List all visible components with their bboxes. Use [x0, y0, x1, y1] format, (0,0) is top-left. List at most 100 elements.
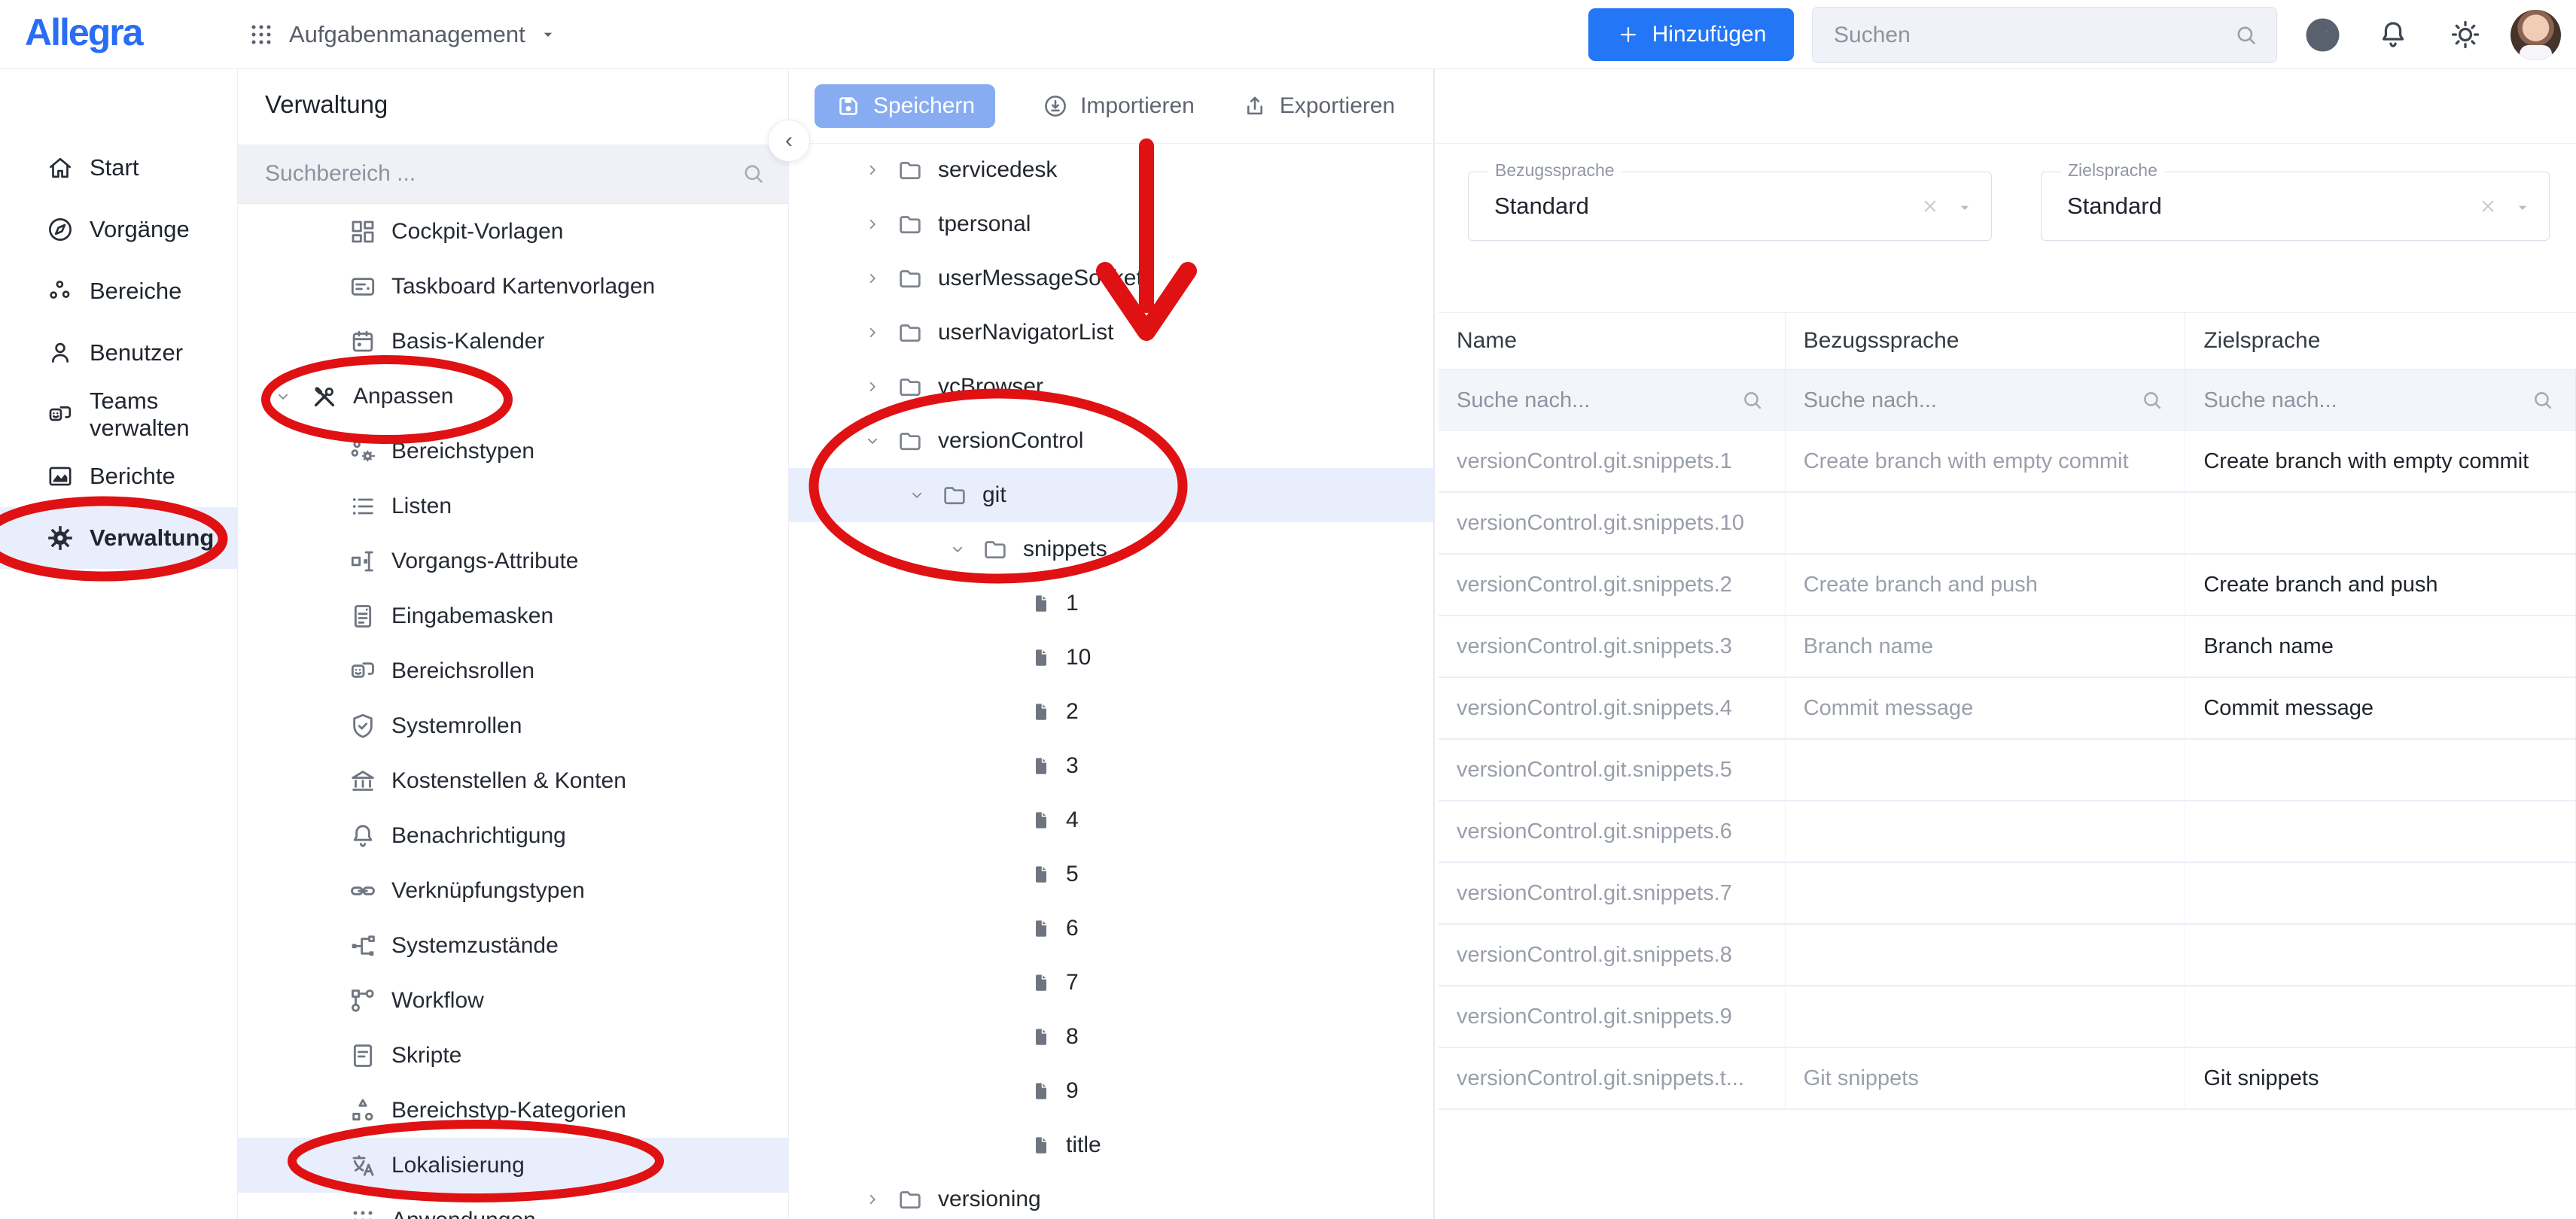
admin-item-listen[interactable]: Listen	[238, 479, 788, 534]
admin-item-label: Skripte	[391, 1043, 461, 1069]
admin-item-skripte[interactable]: Skripte	[238, 1028, 788, 1083]
tree-item-vcbrowser[interactable]: vcBrowser	[789, 360, 1433, 414]
user-avatar[interactable]	[2511, 10, 2561, 60]
table-row[interactable]: versionControl.git.snippets.t...Git snip…	[1439, 1048, 2576, 1110]
tree-item-4[interactable]: 4	[789, 793, 1433, 847]
sidebar-item-bereiche[interactable]: Bereiche	[0, 260, 237, 322]
apps-grid-icon	[246, 20, 276, 50]
tree-item-label: 1	[1066, 591, 1079, 616]
admin-item-eingabemasken[interactable]: Eingabemasken	[238, 588, 788, 643]
admin-item-bereichstypen[interactable]: Bereichstypen	[238, 424, 788, 479]
tree-item-git[interactable]: git	[789, 468, 1433, 522]
tree-item-9[interactable]: 9	[789, 1064, 1433, 1118]
tree-item-1[interactable]: 1	[789, 576, 1433, 631]
table-row[interactable]: versionControl.git.snippets.4Commit mess…	[1439, 678, 2576, 740]
localization-tree: servicedesktpersonaluserMessageSocketuse…	[789, 143, 1433, 1219]
home-icon	[46, 154, 75, 182]
importieren-button[interactable]: Importieren	[1042, 93, 1195, 120]
admin-item-cockpit-vorlagen[interactable]: Cockpit-Vorlagen	[238, 204, 788, 259]
folder-icon	[896, 1185, 924, 1214]
gear-icon	[46, 524, 75, 552]
table-row[interactable]: versionControl.git.snippets.2Create bran…	[1439, 555, 2576, 616]
tree-item-label: 8	[1066, 1024, 1079, 1050]
collapse-panel-button[interactable]: ‹	[768, 120, 810, 162]
table-row[interactable]: versionControl.git.snippets.9	[1439, 986, 2576, 1048]
tree-item-7[interactable]: 7	[789, 956, 1433, 1010]
table-row[interactable]: versionControl.git.snippets.7	[1439, 863, 2576, 925]
admin-item-bereichstyp-kategorien[interactable]: Bereichstyp-Kategorien	[238, 1083, 788, 1138]
tree-item-10[interactable]: 10	[789, 631, 1433, 685]
admin-item-vorgangs-attribute[interactable]: Vorgangs-Attribute	[238, 534, 788, 588]
column-header-zielsprache[interactable]: Zielsprache	[2185, 313, 2576, 369]
admin-item-label: Vorgangs-Attribute	[391, 549, 578, 574]
sidebar-item-label: Benutzer	[90, 339, 183, 366]
admin-item-benachrichtigung[interactable]: Benachrichtigung	[238, 808, 788, 863]
filter-input-zielsprache[interactable]	[2203, 388, 2450, 413]
sidebar-item-start[interactable]: Start	[0, 137, 237, 199]
add-button[interactable]: Hinzufügen	[1588, 8, 1794, 61]
dropdown-caret-icon[interactable]	[2513, 198, 2532, 217]
tree-item-8[interactable]: 8	[789, 1010, 1433, 1064]
help-button[interactable]: ?	[2302, 14, 2343, 56]
admin-item-label: Benachrichtigung	[391, 823, 566, 849]
tree-item-3[interactable]: 3	[789, 739, 1433, 793]
filter-input-name[interactable]	[1457, 388, 1673, 413]
clear-icon[interactable]	[1919, 195, 1941, 217]
sidebar-item-benutzer[interactable]: Benutzer	[0, 322, 237, 384]
admin-item-label: Eingabemasken	[391, 603, 553, 629]
admin-item-lokalisierung[interactable]: Lokalisierung	[238, 1138, 788, 1193]
admin-item-anpassen[interactable]: Anpassen	[238, 369, 788, 424]
workspace-switcher[interactable]: Aufgabenmanagement	[246, 0, 558, 69]
global-search-input[interactable]	[1834, 23, 2233, 48]
table-row[interactable]: versionControl.git.snippets.8	[1439, 925, 2576, 986]
exportieren-button[interactable]: Exportieren	[1241, 93, 1395, 120]
cell-name: versionControl.git.snippets.9	[1439, 986, 1786, 1047]
dropdown-caret-icon[interactable]	[1955, 198, 1975, 217]
admin-item-verknüpfungstypen[interactable]: Verknüpfungstypen	[238, 863, 788, 918]
tree-item-tpersonal[interactable]: tpersonal	[789, 197, 1433, 251]
admin-item-anwendungen[interactable]: Anwendungen	[238, 1193, 788, 1219]
sidebar-item-verwaltung[interactable]: Verwaltung	[0, 507, 237, 569]
calendar-icon	[348, 327, 378, 357]
table-row[interactable]: versionControl.git.snippets.6	[1439, 801, 2576, 863]
target-language-select[interactable]: Zielsprache Standard	[2041, 172, 2550, 241]
tree-item-title[interactable]: title	[789, 1118, 1433, 1172]
cell-zielsprache: Git snippets	[2185, 1048, 2576, 1108]
sidebar-item-teams-verwalten[interactable]: Teams verwalten	[0, 384, 237, 445]
tree-item-versioncontrol[interactable]: versionControl	[789, 414, 1433, 468]
sidebar-item-berichte[interactable]: Berichte	[0, 445, 237, 507]
table-row[interactable]: versionControl.git.snippets.5	[1439, 740, 2576, 801]
file-icon	[1030, 809, 1052, 831]
sidebar-item-vorgänge[interactable]: Vorgänge	[0, 199, 237, 260]
sidebar-item-label: Vorgänge	[90, 216, 190, 243]
admin-item-basis-kalender[interactable]: Basis-Kalender	[238, 314, 788, 369]
table-row[interactable]: versionControl.git.snippets.1Create bran…	[1439, 431, 2576, 493]
tree-item-snippets[interactable]: snippets	[789, 522, 1433, 576]
tree-item-6[interactable]: 6	[789, 901, 1433, 956]
tree-item-usernavigatorlist[interactable]: userNavigatorList	[789, 306, 1433, 360]
column-header-name[interactable]: Name	[1439, 313, 1786, 369]
admin-search-input[interactable]	[265, 161, 740, 187]
table-row[interactable]: versionControl.git.snippets.3Branch name…	[1439, 616, 2576, 678]
filter-input-bezugssprache[interactable]	[1804, 388, 2057, 413]
folder-icon	[896, 210, 924, 239]
tree-item-servicedesk[interactable]: servicedesk	[789, 143, 1433, 197]
clear-icon[interactable]	[2477, 195, 2499, 217]
admin-item-systemrollen[interactable]: Systemrollen	[238, 698, 788, 753]
tree-item-usermessagesocket[interactable]: userMessageSocket	[789, 251, 1433, 306]
admin-item-workflow[interactable]: Workflow	[238, 973, 788, 1028]
tree-item-versioning[interactable]: versioning	[789, 1172, 1433, 1219]
speichern-button[interactable]: Speichern	[815, 84, 995, 128]
column-header-bezugssprache[interactable]: Bezugssprache	[1786, 313, 2186, 369]
admin-item-kostenstellen-konten[interactable]: Kostenstellen & Konten	[238, 753, 788, 808]
admin-item-bereichsrollen[interactable]: Bereichsrollen	[238, 643, 788, 698]
source-language-select[interactable]: Bezugssprache Standard	[1468, 172, 1992, 241]
tree-item-2[interactable]: 2	[789, 685, 1433, 739]
tree-item-label: 3	[1066, 753, 1079, 779]
theme-toggle-button[interactable]	[2448, 17, 2483, 52]
admin-item-systemzustände[interactable]: Systemzustände	[238, 918, 788, 973]
notifications-button[interactable]	[2376, 17, 2410, 52]
table-row[interactable]: versionControl.git.snippets.10	[1439, 493, 2576, 555]
tree-item-5[interactable]: 5	[789, 847, 1433, 901]
admin-item-taskboard-kartenvorlagen[interactable]: Taskboard Kartenvorlagen	[238, 259, 788, 314]
